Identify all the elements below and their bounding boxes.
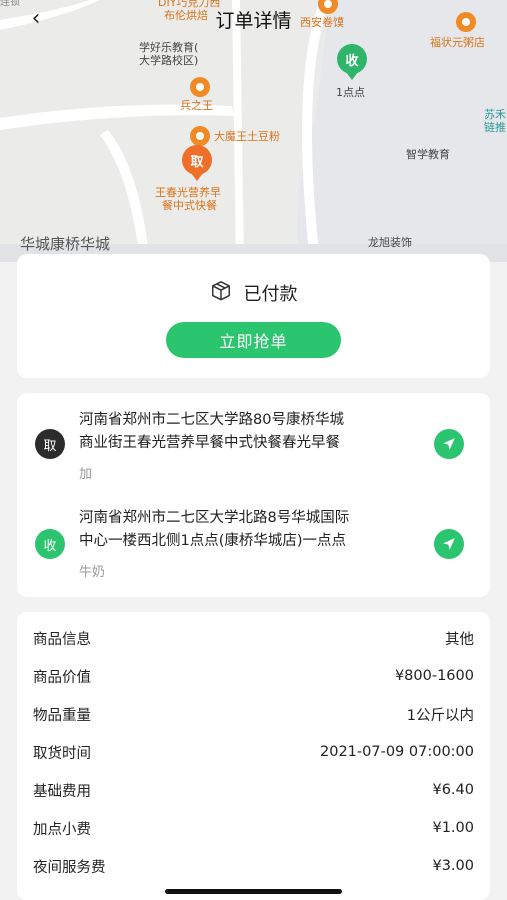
status-text: 已付款 [243, 284, 298, 305]
receive-address: 河南省郑州市二七区大学北路8号华城国际 中心一楼西北侧1点点(康桥华城店)一点点 [79, 507, 424, 553]
info-value: ¥800-1600 [394, 668, 474, 684]
info-value: 2021-07-09 07:00:00 [320, 744, 474, 760]
info-row-base-fee: 基础费用 ¥6.40 [33, 778, 474, 802]
marker-tip [346, 72, 358, 80]
info-value: ¥6.40 [432, 782, 474, 798]
info-label: 夜间服务费 [33, 859, 106, 876]
info-label: 加点小费 [33, 821, 91, 838]
map-view[interactable]: DIY巧克力西 布伦烘焙 西安卷馍 福状元粥店 学好乐教育( 大学路校区) 收 … [0, 0, 507, 262]
grab-order-button[interactable]: 立即抢单 [166, 322, 341, 358]
receive-note: 牛奶 [79, 565, 106, 580]
pickup-address-line-2: 商业街王春光营养早餐中式快餐春光早餐 [79, 435, 340, 451]
pickup-address: 河南省郑州市二七区大学路80号康桥华城 商业街王春光营养早餐中式快餐春光早餐 [79, 409, 424, 455]
map-label-shop: 1点点 [336, 86, 365, 99]
info-label: 基础费用 [33, 783, 91, 800]
map-label-bing: 兵之王 [180, 99, 213, 112]
info-label: 物品重量 [33, 707, 91, 724]
map-label-school-2: 大学路校区) [139, 54, 199, 67]
map-label-area: 华城康桥华城 [20, 235, 111, 253]
receive-address-line-2: 中心一楼西北侧1点点(康桥华城店)一点点 [79, 533, 347, 549]
status-row: 已付款 [17, 280, 490, 306]
info-value: ¥3.00 [432, 858, 474, 874]
order-info-card: 商品信息 其他 商品价值 ¥800-1600 物品重量 1公斤以内 取货时间 2… [17, 612, 490, 900]
receive-badge: 收 [35, 529, 65, 559]
info-row-value: 商品价值 ¥800-1600 [33, 664, 474, 688]
pickup-note: 加 [79, 467, 93, 482]
page-title: 订单详情 [215, 10, 292, 32]
info-label: 商品信息 [33, 631, 91, 648]
map-label-damo: 大魔王土豆粉 [214, 130, 280, 143]
navigate-icon [443, 538, 455, 550]
pickup-navigate-button[interactable] [434, 429, 464, 459]
navigate-icon [443, 438, 455, 450]
info-label: 商品价值 [33, 669, 91, 686]
map-label-sumai-2: 链推 [484, 121, 506, 134]
info-row-weight: 物品重量 1公斤以内 [33, 702, 474, 726]
address-card: 取 河南省郑州市二七区大学路80号康桥华城 商业街王春光营养早餐中式快餐春光早餐… [17, 393, 490, 597]
receive-address-line-1: 河南省郑州市二七区大学北路8号华城国际 [79, 510, 350, 526]
receive-navigate-button[interactable] [434, 529, 464, 559]
pickup-badge: 取 [35, 429, 65, 459]
info-value: 其他 [445, 631, 474, 648]
marker-tip [191, 173, 203, 181]
info-label: 取货时间 [33, 745, 91, 762]
info-row-goods: 商品信息 其他 [33, 626, 474, 650]
info-row-tip: 加点小费 ¥1.00 [33, 816, 474, 840]
map-label-fuzhuang: 福状元粥店 [430, 36, 485, 49]
info-value: 1公斤以内 [406, 707, 474, 724]
map-label-longxu: 龙旭装饰 [368, 236, 412, 249]
box-icon [210, 280, 232, 306]
pickup-address-line-1: 河南省郑州市二七区大学路80号康桥华城 [79, 412, 344, 428]
map-label-wang-2: 餐中式快餐 [162, 199, 217, 212]
map-pickup-marker[interactable]: 取 [182, 145, 212, 175]
info-row-night-fee: 夜间服务费 ¥3.00 [33, 854, 474, 878]
map-label-sumai: 苏禾 [484, 108, 506, 121]
food-pin-icon [190, 77, 210, 97]
order-status-card: 已付款 立即抢单 [17, 254, 490, 378]
info-row-pickup-time: 取货时间 2021-07-09 07:00:00 [33, 740, 474, 764]
map-label-school: 学好乐教育( [139, 41, 199, 54]
food-pin-icon [190, 126, 210, 146]
map-label-zhixue: 智学教育 [406, 148, 450, 161]
info-value: ¥1.00 [432, 820, 474, 836]
home-indicator [165, 889, 342, 894]
map-label-wang-1: 王春光营养早 [155, 186, 221, 199]
map-receive-marker[interactable]: 收 [337, 44, 367, 74]
